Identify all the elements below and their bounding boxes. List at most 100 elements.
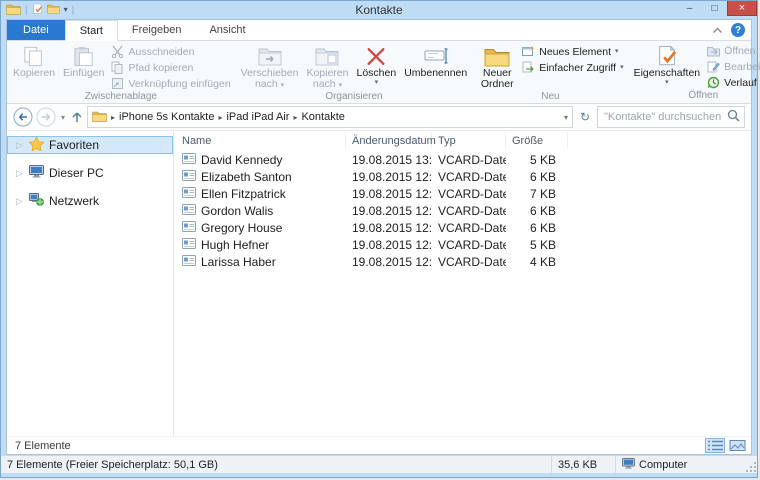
paste-button[interactable]: Einfügen [59, 42, 108, 79]
copy-path-icon [110, 61, 124, 74]
file-date: 19.08.2015 12:30 [346, 238, 432, 252]
minimize-button[interactable]: – [677, 1, 702, 16]
table-row[interactable]: Elizabeth Santon 19.08.2015 12:30 VCARD-… [176, 168, 751, 185]
move-to-icon [258, 44, 282, 68]
rename-button[interactable]: Umbenennen [400, 42, 471, 79]
ribbon-group-organize: Verschieben nach ▾ Kopieren nach ▾ Lösch… [235, 41, 474, 103]
file-list: Name Änderungsdatum Typ Größe David Kenn… [174, 131, 751, 436]
sidebar-item-label: Netzwerk [49, 194, 99, 208]
file-name: Gregory House [201, 221, 282, 235]
column-header-size[interactable]: Größe [506, 133, 568, 149]
computer-icon [622, 458, 635, 472]
window-controls: – □ × [677, 1, 757, 19]
breadcrumb-item[interactable]: iPhone 5s Kontakte [119, 111, 214, 123]
computer-icon [29, 165, 44, 181]
delete-label: Löschen [356, 68, 396, 79]
expander-icon[interactable]: ▷ [16, 168, 24, 179]
tab-ansicht[interactable]: Ansicht [195, 20, 259, 40]
tab-start[interactable]: Start [65, 20, 118, 41]
status-location-label: Computer [639, 459, 687, 471]
qat-new-folder-icon[interactable] [47, 3, 60, 17]
rename-icon [424, 44, 448, 68]
close-button[interactable]: × [727, 1, 757, 16]
move-to-label2: nach ▾ [255, 79, 284, 90]
paste-shortcut-button[interactable]: Verknüpfung einfügen [110, 77, 230, 90]
sidebar-item-favoriten[interactable]: ▷ Favoriten [7, 136, 173, 154]
delete-button[interactable]: Löschen ▾ [352, 42, 400, 87]
search-icon[interactable] [727, 109, 740, 125]
help-icon[interactable]: ? [731, 23, 745, 37]
cut-button[interactable]: Ausschneiden [110, 45, 230, 58]
table-row[interactable]: David Kennedy 19.08.2015 13:12 VCARD-Dat… [176, 151, 751, 168]
delete-dropdown-arrow: ▾ [375, 79, 379, 87]
edit-button[interactable]: Bearbeiten [706, 60, 760, 73]
table-row[interactable]: Larissa Haber 19.08.2015 12:30 VCARD-Dat… [176, 253, 751, 270]
resize-grip[interactable] [743, 456, 757, 473]
new-folder-button[interactable]: Neuer Ordner [475, 42, 519, 90]
back-button[interactable] [13, 107, 33, 127]
rename-label: Umbenennen [404, 68, 467, 79]
up-button[interactable] [70, 110, 84, 124]
copy-path-button[interactable]: Pfad kopieren [110, 61, 230, 74]
table-row[interactable]: Gregory House 19.08.2015 12:30 VCARD-Dat… [176, 219, 751, 236]
table-row[interactable]: Hugh Hefner 19.08.2015 12:30 VCARD-Datei… [176, 236, 751, 253]
quick-access-toolbar: | ▾ | [1, 3, 74, 18]
file-date: 19.08.2015 12:30 [346, 187, 432, 201]
column-header-type[interactable]: Typ [432, 133, 506, 149]
classic-status-bar: 7 Elemente (Freier Speicherplatz: 50,1 G… [1, 455, 757, 473]
easy-access-button[interactable]: Einfacher Zugriff ▾ [521, 61, 623, 74]
ribbon: Kopieren Einfügen Ausschneiden [7, 41, 751, 104]
main-area: ▷ Favoriten ▷ Dieser PC ▷ Netzwerk [7, 131, 751, 436]
column-header-date[interactable]: Änderungsdatum [346, 133, 432, 149]
details-view-button[interactable] [705, 438, 725, 453]
table-row[interactable]: Gordon Walis 19.08.2015 12:30 VCARD-Date… [176, 202, 751, 219]
expander-icon[interactable]: ▷ [16, 140, 24, 151]
qat-customize-chevron[interactable]: ▾ [64, 6, 68, 14]
recent-locations-chevron[interactable]: ▾ [59, 113, 67, 122]
column-header-name[interactable]: Name [176, 133, 346, 149]
address-history-chevron[interactable]: ▾ [564, 113, 568, 122]
thumbnail-view-button[interactable] [727, 438, 747, 453]
properties-dropdown-arrow: ▾ [665, 79, 669, 87]
ribbon-tabs: Datei Start Freigeben Ansicht ? [7, 20, 751, 41]
status-location: Computer [615, 456, 743, 473]
move-to-button[interactable]: Verschieben nach ▾ [237, 42, 303, 90]
open-group-label: Öffnen [630, 89, 760, 103]
tab-freigeben[interactable]: Freigeben [118, 20, 196, 40]
sidebar-item-dieser-pc[interactable]: ▷ Dieser PC [7, 164, 173, 182]
table-row[interactable]: Ellen Fitzpatrick 19.08.2015 12:30 VCARD… [176, 185, 751, 202]
breadcrumb-item[interactable]: Kontakte [301, 111, 344, 123]
window-title: Kontakte [1, 3, 757, 17]
maximize-button[interactable]: □ [702, 1, 727, 16]
column-headers: Name Änderungsdatum Typ Größe [176, 131, 751, 151]
tab-datei[interactable]: Datei [7, 20, 65, 40]
copy-icon [23, 44, 45, 68]
breadcrumb-item[interactable]: iPad iPad Air [226, 111, 289, 123]
window-frame: Datei Start Freigeben Ansicht ? Kopieren [1, 19, 757, 455]
copy-button[interactable]: Kopieren [9, 42, 59, 79]
history-icon [706, 76, 720, 89]
qat-properties-icon[interactable] [32, 3, 43, 18]
new-item-dropdown-arrow: ▾ [615, 48, 619, 56]
vcard-icon [182, 153, 196, 167]
file-type: VCARD-Datei [432, 221, 506, 235]
window-bottom-frame [1, 473, 757, 477]
refresh-icon[interactable]: ↻ [576, 107, 594, 127]
copy-to-button[interactable]: Kopieren nach ▾ [302, 42, 352, 90]
search-input[interactable] [602, 110, 727, 124]
sidebar-item-label: Dieser PC [49, 166, 104, 180]
sidebar-item-netzwerk[interactable]: ▷ Netzwerk [7, 192, 173, 210]
easy-access-label: Einfacher Zugriff [539, 62, 616, 74]
new-item-button[interactable]: Neues Element ▾ [521, 45, 623, 58]
expander-icon[interactable]: ▷ [16, 196, 24, 207]
address-bar[interactable]: ▸ iPhone 5s Kontakte ▸ iPad iPad Air ▸ K… [87, 106, 573, 128]
open-icon [706, 46, 720, 57]
navigation-bar: ▾ ▸ iPhone 5s Kontakte ▸ iPad iPad Air ▸… [7, 104, 751, 131]
forward-button[interactable] [36, 107, 56, 127]
open-button[interactable]: Öffnen ▾ [706, 45, 760, 57]
edit-label: Bearbeiten [724, 61, 760, 73]
ribbon-collapse-icon[interactable] [712, 23, 723, 37]
explorer-status-bar: 7 Elemente [7, 436, 751, 454]
history-button[interactable]: Verlauf [706, 76, 760, 89]
properties-button[interactable]: Eigenschaften ▾ [630, 42, 705, 87]
